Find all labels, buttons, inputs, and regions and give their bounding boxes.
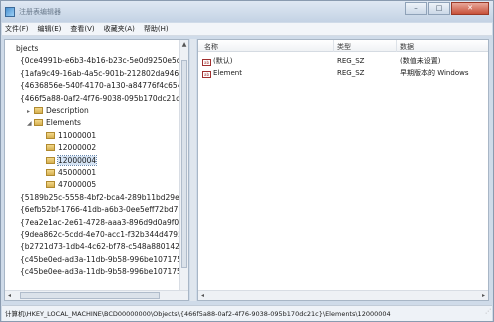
tree-vertical-scrollbar[interactable]: ▲ [179,40,188,290]
pane-splitter[interactable] [190,39,196,301]
tree-item-label: {b2721d73-1db4-4c62-bf78-c548a880142d} [20,242,189,252]
folder-icon [46,156,55,164]
tree-item-label: {c45be0ee-ad3a-11db-9b58-996be1071757 [20,267,187,277]
scroll-right-arrow-icon[interactable]: ▸ [479,292,488,299]
tree-item[interactable]: 47000005 [39,179,96,190]
tree-horizontal-scroll-thumb[interactable] [20,292,160,299]
value-type: REG_SZ [337,69,365,77]
tree-item-label: 45000001 [58,168,97,177]
tree-item[interactable]: 45000001 [39,167,96,178]
column-separator[interactable] [333,40,334,52]
value-name: Element [213,69,242,77]
tree-item[interactable]: {1afa9c49-16ab-4a5c-901b-212802da9460} [13,68,189,79]
folder-icon [46,181,55,189]
value-row[interactable]: ab Element REG_SZ 早期版本的 Windows [198,68,488,79]
close-button[interactable]: ✕ [451,2,489,15]
menu-favorites[interactable]: 收藏夹(A) [104,24,135,34]
tree-vertical-scroll-thumb[interactable] [181,60,187,268]
tree-item[interactable]: {466f5a88-0af2-4f76-9038-095b170dc21c} [13,93,185,104]
string-value-icon: ab [202,59,211,66]
tree-item-label: 12000002 [58,143,97,153]
tree-item-label: {7ea2e1ac-2e61-4728-aaa3-896d9d0a9f0e} [20,217,189,227]
status-key-path: 计算机\HKEY_LOCAL_MACHINE\BCD00000000\Objec… [5,310,391,318]
scroll-left-arrow-icon[interactable]: ◂ [5,292,14,299]
column-header-data[interactable]: 数据 [400,42,414,52]
tree-item-label: {c45be0ed-ad3a-11db-9b58-996be1071757 [20,254,187,264]
string-value-icon: ab [202,71,211,78]
folder-icon [34,119,43,127]
window-controls: – □ ✕ [404,2,489,15]
tree-item[interactable]: 12000002 [39,142,96,153]
column-header-type[interactable]: 类型 [337,42,351,52]
menu-bar: 文件(F) 编辑(E) 查看(V) 收藏夹(A) 帮助(H) [2,23,492,36]
tree-item-label: {466f5a88-0af2-4f76-9038-095b170dc21c} [20,93,185,103]
tree-item-label: {9dea862c-5cdd-4e70-acc1-f32b344d4795} [20,230,188,239]
registry-app-icon [5,6,15,17]
tree-item[interactable]: {5189b25c-5558-4bf2-bca4-289b11bd29e2} [13,192,189,203]
scroll-left-arrow-icon[interactable]: ◂ [198,292,207,299]
tree-item[interactable]: {c45be0ee-ad3a-11db-9b58-996be1071757 [13,266,187,277]
tree-item-label: {4636856e-540f-4170-a130-a84776f4c654} [20,81,188,91]
menu-view[interactable]: 查看(V) [70,24,94,34]
value-type: REG_SZ [337,57,365,65]
column-separator[interactable] [396,40,397,52]
menu-help[interactable]: 帮助(H) [144,24,169,34]
tree-item[interactable]: {0ce4991b-e6b3-4b16-b23c-5e0d9250e5d9 [13,55,186,66]
folder-icon [46,144,55,152]
resize-grip-icon[interactable]: ⋰ [485,306,491,320]
values-pane[interactable]: 名称 类型 数据 ab (默认) REG_SZ (数值未设置) ab Element… [197,39,489,301]
key-tree-pane[interactable]: bjects {0ce4991b-e6b3-4b16-b23c-5e0d9250e… [4,39,189,301]
tree-item[interactable]: {9dea862c-5cdd-4e70-acc1-f32b344d4795} [13,229,188,240]
tree-item-label: 47000005 [58,180,97,190]
tree-item[interactable]: {4636856e-540f-4170-a130-a84776f4c654} [13,80,187,91]
tree-item[interactable]: {c45be0ed-ad3a-11db-9b58-996be1071757 [13,254,187,265]
values-list-header: 名称 类型 数据 [198,40,488,52]
title-bar[interactable]: 注册表编辑器 – □ ✕ [1,1,493,22]
folder-icon [46,169,55,176]
tree-item[interactable]: {b2721d73-1db4-4c62-bf78-c548a880142d} [13,241,189,252]
scroll-up-arrow-icon[interactable]: ▲ [180,40,188,49]
tree-item-label: {5189b25c-5558-4bf2-bca4-289b11bd29e2} [20,192,189,202]
tree-item[interactable]: ◢ Elements [27,117,81,128]
folder-icon [46,131,55,139]
tree-item-label: Description [46,106,89,115]
tree-item-label: 11000001 [58,130,97,140]
value-data: (数值未设置) [400,57,441,65]
tree-item-selected[interactable]: 12000004 [39,154,98,166]
tree-horizontal-scrollbar[interactable]: ◂ [5,290,188,300]
minimize-button[interactable]: – [405,2,427,15]
value-row[interactable]: ab (默认) REG_SZ (数值未设置) [198,56,488,67]
value-name: (默认) [213,57,233,65]
column-header-name[interactable]: 名称 [204,42,218,52]
tree-item-label: bjects [16,44,39,53]
tree-item[interactable]: {6efb52bf-1766-41db-a6b3-0ee5eff72bd7} [13,204,183,215]
maximize-button[interactable]: □ [428,2,450,15]
registry-editor-window: 注册表编辑器 – □ ✕ 文件(F) 编辑(E) 查看(V) 收藏夹(A) 帮助… [0,0,494,322]
tree-item-label: {1afa9c49-16ab-4a5c-901b-212802da9460} [20,68,189,78]
status-bar: 计算机\HKEY_LOCAL_MACHINE\BCD00000000\Objec… [2,305,492,321]
folder-icon [34,107,43,114]
tree-item[interactable]: bjects [9,43,38,54]
tree-item-label: {6efb52bf-1766-41db-a6b3-0ee5eff72bd7} [20,205,184,215]
menu-edit[interactable]: 编辑(E) [38,24,62,34]
tree-item[interactable]: {7ea2e1ac-2e61-4728-aaa3-896d9d0a9f0e} [13,217,189,228]
menu-file[interactable]: 文件(F) [5,24,29,34]
tree-item-label: 12000004 [56,154,98,166]
expanded-arrow-icon[interactable]: ◢ [27,118,34,129]
value-data: 早期版本的 Windows [400,69,469,77]
window-title: 注册表编辑器 [19,7,61,16]
tree-item-label: Elements [46,118,81,128]
tree-item-label: {0ce4991b-e6b3-4b16-b23c-5e0d9250e5d9 [20,56,187,66]
tree-item[interactable]: 11000001 [39,130,96,141]
values-horizontal-scrollbar[interactable]: ◂ ▸ [198,290,488,300]
collapsed-arrow-icon[interactable]: ▸ [27,106,34,117]
tree-item[interactable]: ▸ Description [27,105,89,116]
